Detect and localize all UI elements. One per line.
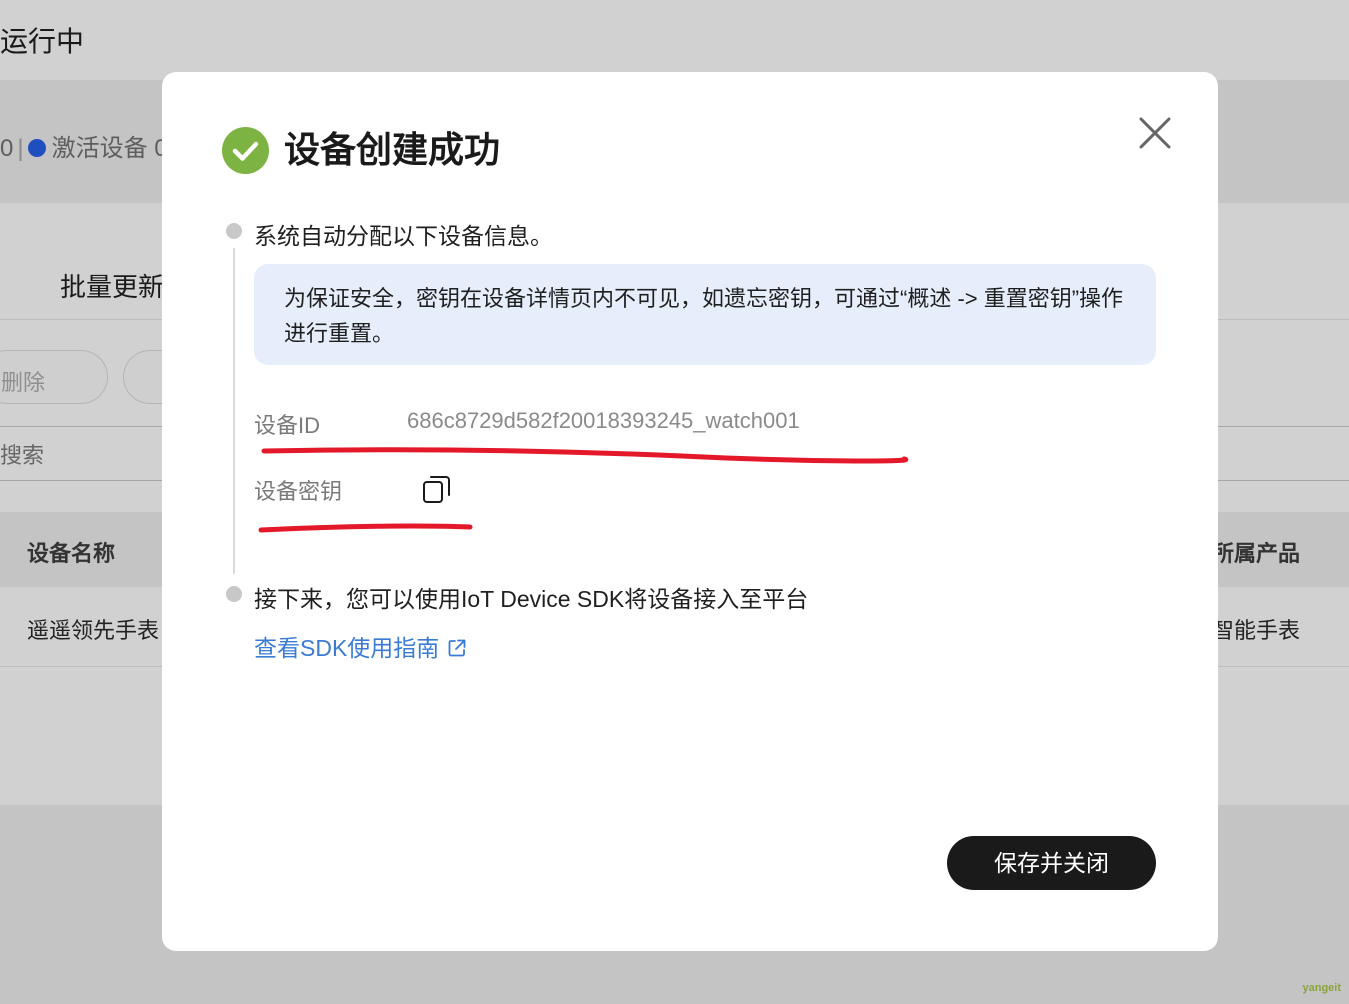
search-input[interactable]: 搜索 <box>0 438 44 470</box>
stat-separator: | <box>17 135 24 162</box>
device-secret-underline <box>258 523 473 533</box>
device-created-dialog: 设备创建成功 系统自动分配以下设备信息。 为保证安全，密钥在设备详情页内不可见，… <box>162 72 1218 951</box>
cell-product: 智能手表 <box>1212 618 1301 643</box>
step1-text: 系统自动分配以下设备信息。 <box>254 223 553 249</box>
step-dot <box>226 223 242 239</box>
step-dot <box>226 586 242 602</box>
sdk-guide-link-label: 查看SDK使用指南 <box>254 635 440 661</box>
sdk-guide-link[interactable]: 查看SDK使用指南 <box>254 629 467 663</box>
step2-text: 接下来，您可以使用IoT Device SDK将设备接入至平台 <box>254 586 809 612</box>
column-header-product: 所属产品 <box>1212 541 1301 566</box>
active-devices-label: 激活设备 <box>51 135 148 162</box>
delete-button-label: 删除 <box>1 370 46 395</box>
step-connector <box>233 248 235 574</box>
status-text: 运行中 <box>0 26 85 57</box>
active-status-dot <box>27 139 46 157</box>
device-id-underline <box>261 447 909 464</box>
device-id-label: 设备ID <box>254 413 321 438</box>
delete-button[interactable]: 删除 <box>0 350 108 404</box>
page-header: 运行中 <box>0 0 1349 80</box>
external-link-icon <box>448 639 466 657</box>
check-circle-icon <box>222 127 269 174</box>
save-and-close-button[interactable]: 保存并关闭 <box>947 836 1156 890</box>
copy-icon[interactable] <box>422 474 452 504</box>
stats-text: 0 | 激活设备 0 <box>0 128 168 163</box>
column-header-device-name: 设备名称 <box>27 541 116 566</box>
stat-prefix-value: 0 <box>0 135 14 162</box>
security-notice: 为保证安全，密钥在设备详情页内不可见，如遗忘密钥，可通过“概述 -> 重置密钥”… <box>254 264 1156 365</box>
annotation-underlines <box>258 447 909 533</box>
watermark: yangeit <box>1302 982 1341 994</box>
dialog-title: 设备创建成功 <box>284 129 501 170</box>
cell-device-name: 遥遥领先手表 <box>27 618 160 643</box>
tab-batch-update[interactable]: 批量更新 <box>60 267 164 304</box>
close-icon[interactable] <box>1136 114 1174 152</box>
device-secret-label: 设备密钥 <box>254 479 343 504</box>
device-id-value: 686c8729d582f20018393245_watch001 <box>407 408 800 433</box>
